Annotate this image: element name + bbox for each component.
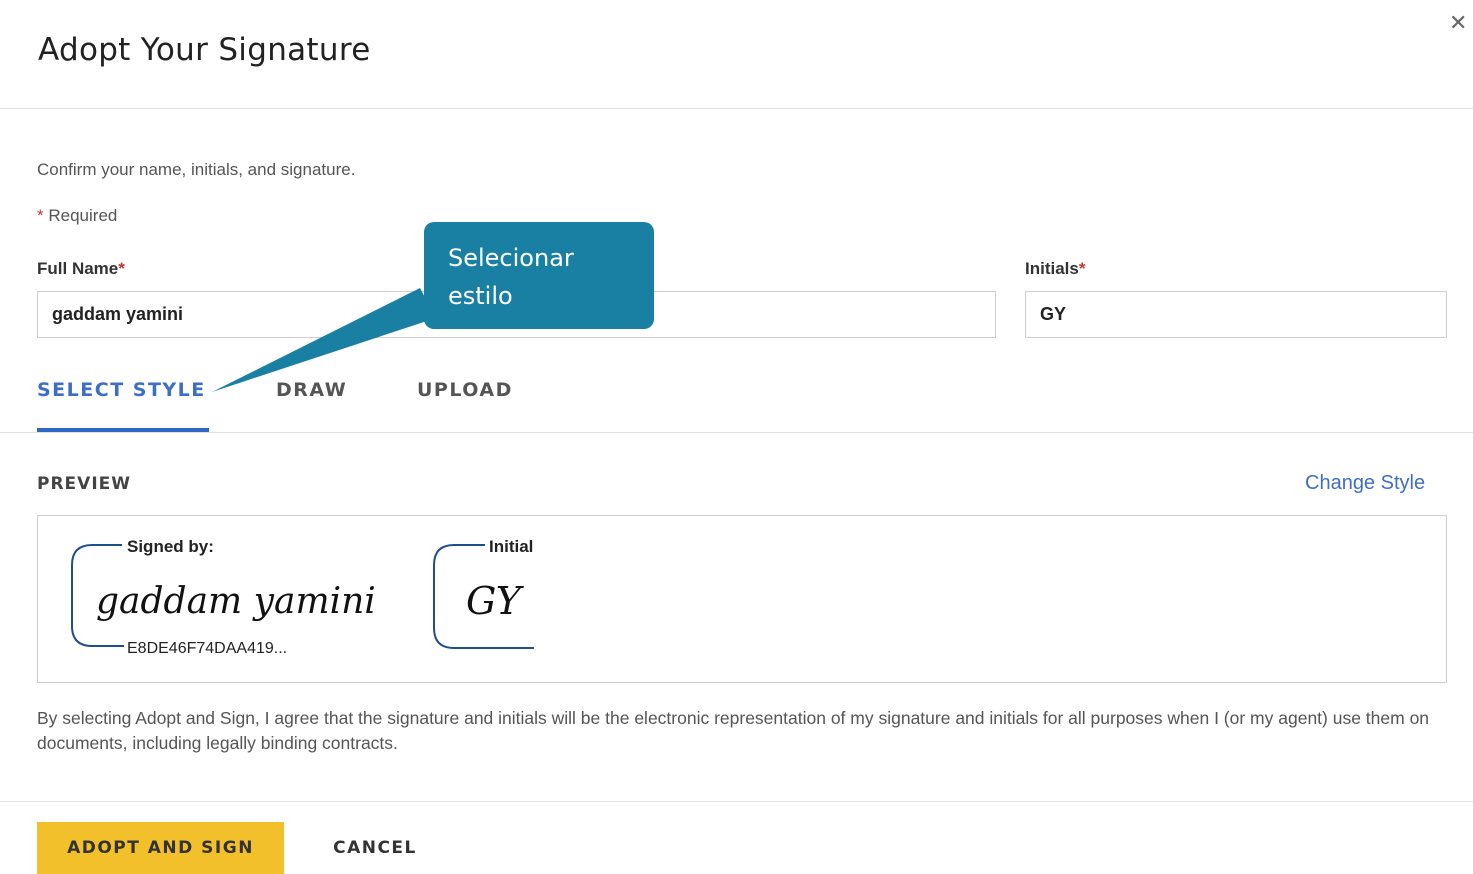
cancel-button[interactable]: CANCEL	[316, 822, 434, 874]
callout-line-2: estilo	[448, 282, 513, 310]
disclaimer-text: By selecting Adopt and Sign, I agree tha…	[37, 708, 1430, 753]
initial-label: Initial	[489, 537, 533, 556]
adopt-and-sign-button[interactable]: ADOPT AND SIGN	[37, 822, 284, 874]
initial-script: GY	[466, 579, 525, 623]
callout-annotation: Selecionar estilo	[424, 222, 654, 329]
callout-pointer	[212, 288, 436, 392]
footer-divider	[0, 801, 1473, 802]
signature-script: gaddam yamini	[96, 581, 376, 622]
signed-by-label: Signed by:	[127, 537, 214, 556]
callout-line-1: Selecionar	[448, 244, 574, 272]
signature-id: E8DE46F74DAA419...	[127, 640, 287, 657]
